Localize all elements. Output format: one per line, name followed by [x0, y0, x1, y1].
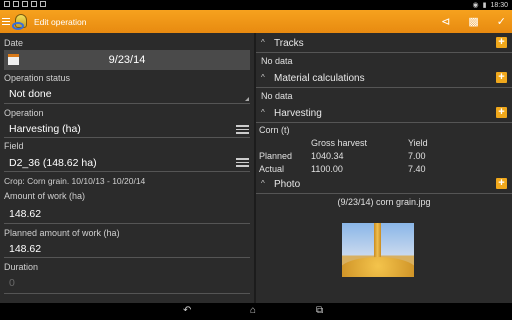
planned-yield: 7.00 [408, 151, 426, 161]
share-icon[interactable]: ⊲ [441, 15, 450, 28]
duration-label: Duration [4, 262, 39, 272]
chevron-up-icon: ^ [261, 73, 265, 82]
wifi-icon: ◉ [472, 2, 479, 9]
divider [256, 193, 512, 194]
crop-info: Crop: Corn grain. 10/10/13 - 10/20/14 [4, 176, 146, 186]
date-label: Date [4, 38, 24, 48]
date-field[interactable]: 9/23/14 [4, 50, 250, 70]
battery-icon: ▮ [482, 2, 487, 9]
navigation-bar: ↶ ⌂ ⧉ [0, 303, 512, 320]
add-material-button[interactable]: + [496, 72, 507, 83]
section-title: Harvesting [274, 108, 322, 119]
photo-filename: (9/23/14) corn grain.jpg [337, 197, 431, 207]
divider [4, 293, 250, 294]
notification-icon [4, 1, 10, 7]
app-logo[interactable] [12, 13, 30, 31]
back-icon[interactable]: ↶ [183, 305, 191, 316]
clock: 18:30 [490, 1, 508, 9]
add-photo-button[interactable]: + [496, 178, 507, 189]
section-tracks[interactable]: ^ Tracks + [256, 35, 512, 52]
actual-yield: 7.40 [408, 164, 426, 174]
amount-label: Amount of work (ha) [4, 191, 86, 201]
delete-icon[interactable]: ▩ [468, 15, 478, 28]
duration-input[interactable]: 0 [9, 277, 15, 289]
tracks-empty: No data [261, 56, 293, 66]
section-title: Tracks [274, 38, 304, 49]
list-picker-icon[interactable] [236, 125, 249, 136]
operation-label: Operation [4, 108, 44, 118]
status-select[interactable]: Not done [9, 88, 52, 100]
planned-label: Planned amount of work (ha) [4, 228, 120, 238]
section-harvesting[interactable]: ^ Harvesting + [256, 105, 512, 122]
system-icons: ◉ ▮ 18:30 [472, 1, 509, 10]
notification-icon [31, 1, 37, 7]
materials-empty: No data [261, 91, 293, 101]
photo-thumbnail[interactable] [342, 223, 414, 277]
column-header-gross: Gross harvest [311, 138, 368, 148]
date-value: 9/23/14 [108, 54, 146, 66]
notification-icon [13, 1, 19, 7]
divider [4, 171, 250, 172]
section-title: Photo [274, 179, 301, 190]
notification-icon [22, 1, 28, 7]
recent-apps-icon[interactable]: ⧉ [316, 305, 323, 316]
divider [4, 223, 250, 224]
divider [4, 137, 250, 138]
operation-form: Date 9/23/14 Operation status Not done O… [0, 33, 254, 303]
field-label: Field [4, 141, 24, 151]
action-icons: ⊲ ▩ ✓ [441, 15, 506, 28]
field-value[interactable]: D2_36 (148.62 ha) [9, 157, 97, 169]
status-bar: ◉ ▮ 18:30 [0, 0, 512, 10]
divider [4, 103, 250, 104]
operation-value[interactable]: Harvesting (ha) [9, 123, 81, 135]
add-harvest-button[interactable]: + [496, 107, 507, 118]
divider [4, 257, 250, 258]
dropdown-arrow-icon [245, 97, 249, 101]
planned-input[interactable]: 148.62 [9, 243, 41, 255]
divider [256, 122, 512, 123]
add-track-button[interactable]: + [496, 37, 507, 48]
section-title: Material calculations [274, 73, 365, 84]
chevron-up-icon: ^ [261, 108, 265, 117]
column-header-yield: Yield [408, 138, 428, 148]
status-label: Operation status [4, 73, 71, 83]
harvest-crop: Corn (t) [259, 125, 290, 135]
section-materials[interactable]: ^ Material calculations + [256, 70, 512, 87]
home-icon[interactable]: ⌂ [250, 305, 256, 316]
chevron-up-icon: ^ [261, 179, 265, 188]
menu-icon[interactable] [2, 17, 10, 26]
divider [256, 52, 512, 53]
page-title: Edit operation [34, 16, 87, 27]
amount-input[interactable]: 148.62 [9, 208, 41, 220]
actual-gross: 1100.00 [311, 164, 343, 174]
divider [256, 87, 512, 88]
checkmark-icon[interactable]: ✓ [497, 15, 506, 28]
row-label: Planned [259, 151, 293, 161]
notification-icon [40, 1, 46, 7]
action-bar: Edit operation ⊲ ▩ ✓ [0, 10, 512, 33]
section-photo[interactable]: ^ Photo + [256, 176, 512, 193]
details-panel: ^ Tracks + No data ^ Material calculatio… [256, 33, 512, 303]
planned-gross: 1040.34 [311, 151, 344, 161]
notification-icons [4, 1, 46, 7]
row-label: Actual [259, 164, 285, 174]
list-picker-icon[interactable] [236, 158, 249, 169]
chevron-up-icon: ^ [261, 38, 265, 47]
